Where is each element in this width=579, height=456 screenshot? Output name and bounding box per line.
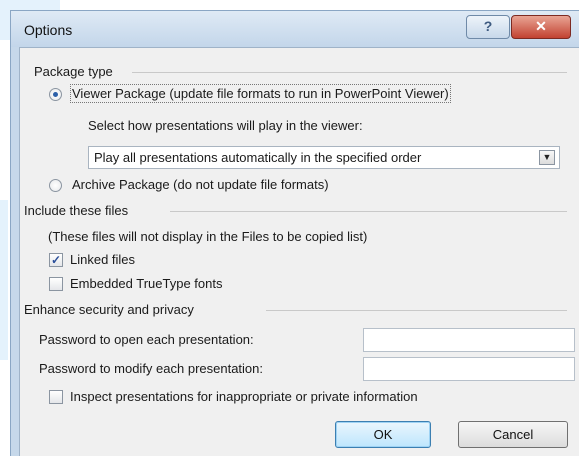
linked-files-checkbox[interactable]: ✓ xyxy=(49,253,63,267)
group-divider xyxy=(170,211,567,212)
dialog-body: Package type Viewer Package (update file… xyxy=(19,47,579,456)
viewer-package-label[interactable]: Viewer Package (update file formats to r… xyxy=(70,84,451,103)
open-password-field[interactable] xyxy=(363,328,575,352)
dialog-title: Options xyxy=(24,22,73,38)
modify-password-label: Password to modify each presentation: xyxy=(39,361,264,376)
open-password-label: Password to open each presentation: xyxy=(39,332,254,347)
group-divider xyxy=(266,310,567,311)
inspect-label[interactable]: Inspect presentations for inappropriate … xyxy=(70,389,418,404)
chevron-down-icon[interactable]: ▼ xyxy=(539,150,555,165)
cancel-button[interactable]: Cancel xyxy=(458,421,568,448)
help-button[interactable]: ? xyxy=(466,15,510,39)
viewer-package-radio[interactable] xyxy=(49,88,62,101)
title-bar[interactable]: Options ? ✕ xyxy=(11,11,579,47)
archive-package-radio[interactable] xyxy=(49,179,62,192)
help-icon: ? xyxy=(483,18,493,34)
archive-package-label[interactable]: Archive Package (do not update file form… xyxy=(72,177,329,192)
play-mode-select[interactable]: Play all presentations automatically in … xyxy=(88,146,560,169)
play-mode-value: Play all presentations automatically in … xyxy=(94,150,422,165)
close-button[interactable]: ✕ xyxy=(511,15,571,39)
package-type-group-label: Package type xyxy=(34,64,113,79)
group-divider xyxy=(132,72,567,73)
options-dialog: Options ? ✕ Package type Viewer Package … xyxy=(10,10,579,456)
background-shape xyxy=(0,200,8,360)
include-files-note: (These files will not display in the Fil… xyxy=(48,229,368,244)
inspect-checkbox[interactable] xyxy=(49,390,63,404)
modify-password-field[interactable] xyxy=(363,357,575,381)
close-icon: ✕ xyxy=(535,18,547,34)
embedded-fonts-label[interactable]: Embedded TrueType fonts xyxy=(70,276,222,291)
embedded-fonts-checkbox[interactable] xyxy=(49,277,63,291)
ok-button[interactable]: OK xyxy=(335,421,431,448)
linked-files-label[interactable]: Linked files xyxy=(70,252,135,267)
security-group-label: Enhance security and privacy xyxy=(24,302,194,317)
include-files-group-label: Include these files xyxy=(24,203,129,218)
play-mode-label: Select how presentations will play in th… xyxy=(88,118,363,133)
